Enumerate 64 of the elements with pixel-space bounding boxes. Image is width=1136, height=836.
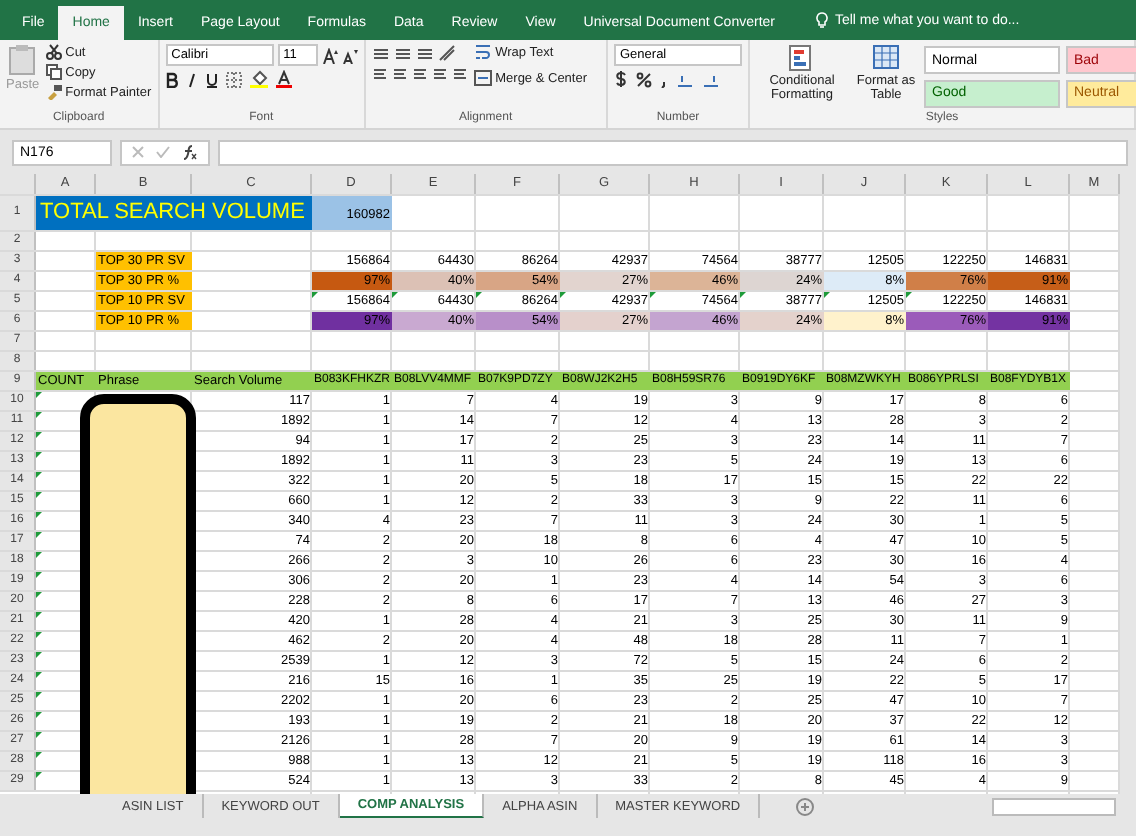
- merge-icon[interactable]: [473, 70, 492, 86]
- horizontal-scrollbar[interactable]: [992, 798, 1116, 816]
- error-indicator-icon: [36, 452, 42, 458]
- increase-indent-icon[interactable]: [451, 66, 468, 82]
- formula-field[interactable]: [218, 139, 1128, 165]
- error-indicator-icon: [36, 572, 42, 578]
- decrease-indent-icon[interactable]: [431, 66, 448, 82]
- error-indicator-icon: [476, 292, 482, 298]
- align-middle-icon[interactable]: [393, 44, 412, 62]
- font-color-icon[interactable]: [275, 70, 292, 88]
- check-icon[interactable]: [156, 146, 170, 158]
- borders-icon[interactable]: [225, 71, 242, 87]
- wrap-text-icon[interactable]: [473, 44, 492, 60]
- error-indicator-icon: [36, 712, 42, 718]
- shrink-font-icon[interactable]: [341, 47, 358, 63]
- table-icon[interactable]: [872, 44, 900, 72]
- error-indicator-icon: [36, 532, 42, 538]
- grow-font-icon[interactable]: [321, 47, 338, 63]
- align-bottom-icon[interactable]: [415, 44, 434, 62]
- error-indicator-icon: [312, 292, 318, 298]
- error-indicator-icon: [36, 612, 42, 618]
- table-cell: TOTAL SEARCH VOLUME: [36, 196, 312, 230]
- function-icon[interactable]: [182, 144, 198, 160]
- decrease-decimal-icon[interactable]: [702, 71, 720, 87]
- error-indicator-icon: [36, 652, 42, 658]
- error-indicator-icon: [36, 552, 42, 558]
- error-indicator-icon: [36, 732, 42, 738]
- orientation-icon[interactable]: [437, 44, 456, 62]
- clipboard-icon[interactable]: [8, 44, 37, 76]
- error-indicator-icon: [36, 752, 42, 758]
- error-indicator-icon: [824, 292, 830, 298]
- align-right-icon[interactable]: [411, 66, 428, 82]
- conditional-formatting-icon[interactable]: [788, 44, 816, 72]
- error-indicator-icon: [36, 492, 42, 498]
- error-indicator-icon: [906, 292, 912, 298]
- align-top-icon[interactable]: [371, 44, 390, 62]
- error-indicator-icon: [36, 772, 42, 778]
- error-indicator-icon: [36, 412, 42, 418]
- fill-color-icon[interactable]: [249, 70, 268, 88]
- add-sheet-icon[interactable]: [796, 798, 815, 816]
- error-indicator-icon: [36, 672, 42, 678]
- error-indicator-icon: [560, 292, 566, 298]
- copy-icon[interactable]: [45, 64, 62, 80]
- error-indicator-icon: [36, 692, 42, 698]
- error-indicator-icon: [36, 632, 42, 638]
- error-indicator-icon: [36, 392, 42, 398]
- error-indicator-icon: [36, 432, 42, 438]
- error-indicator-icon: [392, 292, 398, 298]
- align-center-icon[interactable]: [391, 66, 408, 82]
- error-indicator-icon: [36, 592, 42, 598]
- lightbulb-icon[interactable]: [816, 12, 829, 28]
- align-left-icon[interactable]: [371, 66, 388, 82]
- increase-decimal-icon[interactable]: [676, 71, 694, 87]
- currency-icon[interactable]: [614, 70, 628, 88]
- bold-icon[interactable]: [165, 71, 178, 87]
- error-indicator-icon: [36, 472, 42, 478]
- italic-icon[interactable]: [185, 71, 198, 87]
- error-indicator-icon: [36, 512, 42, 518]
- percent-icon[interactable]: [636, 71, 652, 87]
- error-indicator-icon: [740, 292, 746, 298]
- error-indicator-icon: [650, 292, 656, 298]
- scissors-icon[interactable]: [45, 44, 62, 60]
- underline-icon[interactable]: [205, 71, 218, 87]
- brush-icon[interactable]: [45, 84, 62, 100]
